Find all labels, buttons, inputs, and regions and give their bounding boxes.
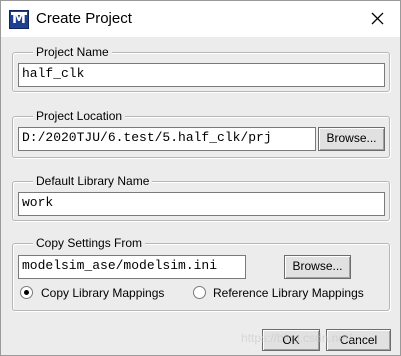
default-library-group: Default Library Name work bbox=[12, 174, 390, 221]
watermark-text: https://blog.csdn.net/... bbox=[241, 331, 362, 345]
window-title: Create Project bbox=[36, 10, 132, 27]
app-icon-letter: M bbox=[12, 11, 26, 27]
copy-settings-group: Copy Settings From modelsim_ase/modelsim… bbox=[12, 236, 390, 311]
reference-library-mappings-radio[interactable] bbox=[193, 286, 206, 299]
project-location-group: Project Location D:/2020TJU/6.test/5.hal… bbox=[12, 109, 390, 158]
create-project-dialog: M Create Project Project Name half_clk P… bbox=[0, 0, 401, 356]
reference-library-mappings-label[interactable]: Reference Library Mappings bbox=[213, 286, 364, 300]
copy-settings-input[interactable]: modelsim_ase/modelsim.ini bbox=[18, 255, 246, 279]
project-location-label: Project Location bbox=[33, 109, 126, 123]
copy-settings-label: Copy Settings From bbox=[33, 236, 146, 250]
radio-selected-dot bbox=[24, 290, 29, 295]
copy-library-mappings-label[interactable]: Copy Library Mappings bbox=[41, 286, 164, 300]
project-location-input[interactable]: D:/2020TJU/6.test/5.half_clk/prj bbox=[18, 127, 316, 151]
modelsim-app-icon: M bbox=[9, 10, 29, 29]
project-name-input[interactable]: half_clk bbox=[18, 63, 385, 87]
copy-library-mappings-radio[interactable] bbox=[20, 286, 33, 299]
copy-settings-browse-button[interactable]: Browse... bbox=[284, 255, 351, 279]
project-name-label: Project Name bbox=[33, 45, 112, 59]
default-library-input[interactable]: work bbox=[18, 192, 385, 216]
default-library-label: Default Library Name bbox=[33, 174, 153, 188]
close-button[interactable] bbox=[363, 5, 393, 33]
title-bar: M Create Project bbox=[1, 1, 400, 37]
project-name-group: Project Name half_clk bbox=[12, 45, 390, 92]
project-location-browse-button[interactable]: Browse... bbox=[318, 127, 385, 151]
